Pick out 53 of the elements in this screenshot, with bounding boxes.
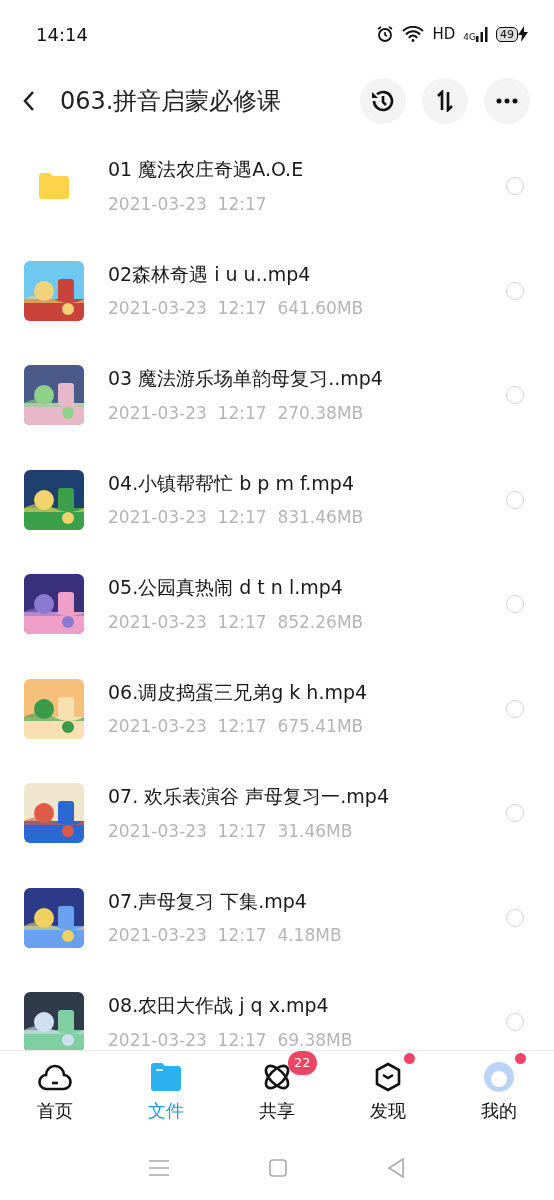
file-row[interactable]: 07. 欢乐表演谷 声母复习一.mp4 2021-03-23 12:17 31.46MB	[0, 761, 554, 866]
battery-level: 49	[496, 26, 518, 42]
file-meta: 2021-03-23 12:17 270.38MB	[108, 401, 365, 425]
file-row[interactable]: 08.农田大作战 j q x.mp4 2021-03-23 12:17 69.38MB	[0, 970, 554, 1050]
back-triangle-icon[interactable]	[387, 1158, 405, 1178]
file-meta: 2021-03-23 12:17 675.41MB	[108, 715, 365, 739]
file-name: 08.农田大作战 j q x.mp4	[108, 993, 330, 1019]
file-row[interactable]: 07.声母复习 下集.mp4 2021-03-23 12:17 4.18MB	[0, 865, 554, 970]
count-badge: 22	[288, 1051, 317, 1075]
signal-icon	[476, 26, 488, 42]
back-icon[interactable]	[22, 90, 36, 112]
file-name: 01 魔法农庄奇遇A.O.E	[108, 157, 305, 183]
file-row[interactable]: 04.小镇帮帮忙 b p m f.mp4 2021-03-23 12:17 831.46MB	[0, 447, 554, 552]
nav-tab[interactable]: 首页	[0, 1051, 111, 1136]
file-meta: 2021-03-23 12:17 69.38MB	[108, 1028, 354, 1050]
file-row[interactable]: 01 魔法农庄奇遇A.O.E 2021-03-23 12:17	[0, 134, 554, 239]
clock-time: 14:14	[36, 22, 88, 47]
file-name: 07.声母复习 下集.mp4	[108, 888, 308, 914]
avatar-icon	[481, 1061, 516, 1093]
nav-tab[interactable]: 发现	[332, 1051, 444, 1136]
file-name: 02森林奇遇 i u u..mp4	[108, 261, 312, 287]
file-row[interactable]: 06.调皮捣蛋三兄弟g k h.mp4 2021-03-23 12:17 675.41MB	[0, 656, 554, 761]
file-name: 07. 欢乐表演谷 声母复习一.mp4	[108, 784, 390, 810]
wifi-icon	[402, 26, 425, 42]
nav-tab[interactable]: 共享 22	[221, 1051, 333, 1136]
folder-icon	[37, 172, 71, 201]
alarm-icon	[376, 25, 395, 43]
menu-icon[interactable]	[149, 1160, 169, 1176]
file-meta: 2021-03-23 12:17 852.26MB	[108, 610, 365, 634]
sort-button[interactable]	[422, 78, 468, 124]
file-row[interactable]: 05.公园真热闹 d t n l.mp4 2021-03-23 12:17 852.26MB	[0, 552, 554, 657]
folder-icon	[150, 1061, 183, 1093]
file-meta: 2021-03-23 12:17 641.60MB	[108, 297, 365, 321]
history-button[interactable]	[360, 78, 406, 124]
file-meta: 2021-03-23 12:17 4.18MB	[108, 924, 343, 948]
file-row[interactable]: 03 魔法游乐场单韵母复习..mp4 2021-03-23 12:17 270.38MB	[0, 343, 554, 448]
hd-label: HD	[432, 23, 456, 45]
file-meta: 2021-03-23 12:17 831.46MB	[108, 506, 365, 530]
history-icon	[370, 88, 396, 114]
file-name: 06.调皮捣蛋三兄弟g k h.mp4	[108, 679, 369, 705]
file-name: 05.公园真热闹 d t n l.mp4	[108, 575, 344, 601]
more-button[interactable]	[484, 78, 530, 124]
file-name: 03 魔法游乐场单韵母复习..mp4	[108, 366, 384, 392]
nav-tab[interactable]: 我的	[443, 1051, 554, 1136]
file-name: 04.小镇帮帮忙 b p m f.mp4	[108, 470, 355, 496]
file-row[interactable]: 02森林奇遇 i u u..mp4 2021-03-23 12:17 641.60MB	[0, 238, 554, 343]
hexagon-icon	[373, 1061, 402, 1093]
folder-title: 063.拼音启蒙必修课	[60, 86, 283, 117]
network-label: 4G	[463, 33, 476, 42]
home-square-icon[interactable]	[269, 1159, 287, 1177]
file-meta: 2021-03-23 12:17 31.46MB	[108, 819, 354, 843]
file-meta: 2021-03-23 12:17	[108, 192, 268, 216]
more-icon	[496, 98, 518, 104]
